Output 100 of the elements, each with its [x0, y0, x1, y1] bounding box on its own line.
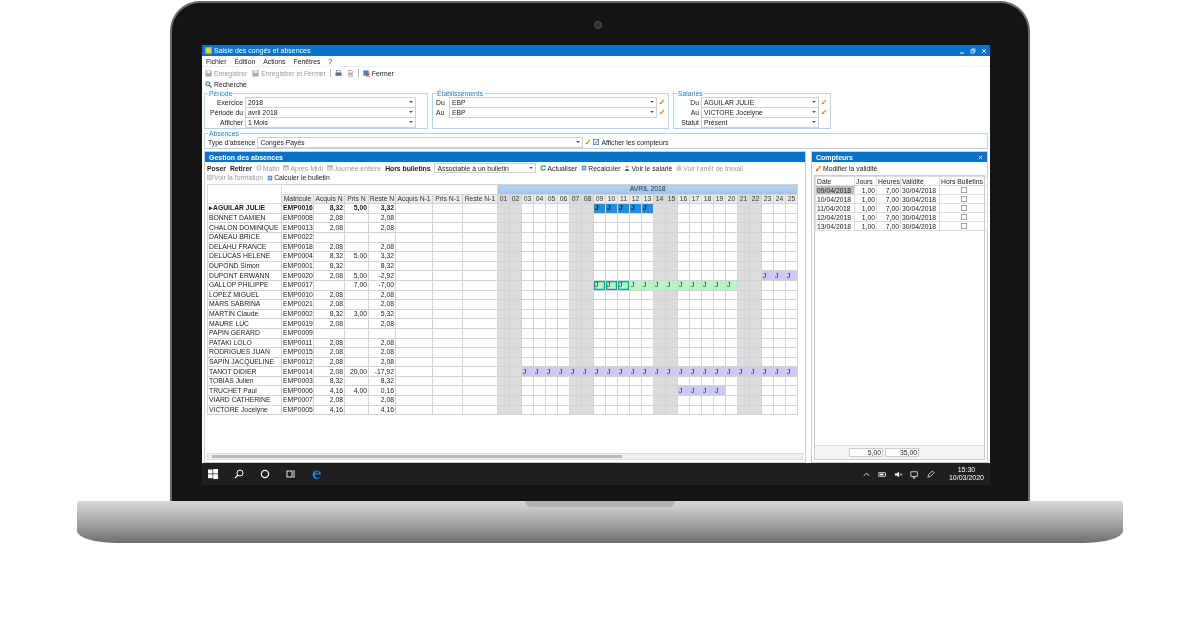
day-cell[interactable]	[773, 385, 786, 396]
network-icon[interactable]	[909, 469, 919, 479]
day-cell[interactable]	[521, 270, 534, 281]
day-off-cell[interactable]	[497, 280, 510, 291]
day-cell[interactable]	[713, 270, 726, 281]
day-off-cell[interactable]	[569, 232, 582, 243]
day-off-cell[interactable]	[665, 270, 678, 281]
day-off-cell[interactable]	[665, 357, 678, 367]
day-off-cell[interactable]	[749, 299, 762, 310]
checkbox-icon[interactable]	[960, 195, 967, 202]
day-off-cell[interactable]	[665, 338, 678, 348]
day-off-cell[interactable]	[653, 338, 666, 348]
day-off-cell[interactable]	[509, 270, 522, 281]
day-off-cell[interactable]	[581, 251, 594, 262]
day-off-cell[interactable]	[749, 222, 762, 233]
day-off-cell[interactable]	[737, 309, 750, 319]
day-cell[interactable]	[641, 270, 654, 281]
close-icon[interactable]	[978, 154, 983, 160]
day-off-cell[interactable]	[497, 405, 510, 415]
day-off-cell[interactable]	[509, 309, 522, 319]
day-off-cell[interactable]	[653, 385, 666, 396]
day-off-cell[interactable]	[509, 203, 522, 214]
day-off-cell[interactable]	[665, 213, 678, 223]
day-off-cell[interactable]	[569, 213, 582, 223]
day-off-cell[interactable]	[653, 376, 666, 386]
day-off-cell[interactable]	[737, 347, 750, 358]
day-off-cell[interactable]	[509, 328, 522, 338]
day-off-cell[interactable]	[653, 357, 666, 367]
day-off-cell[interactable]	[497, 309, 510, 319]
day-off-cell[interactable]	[581, 328, 594, 338]
day-off-cell[interactable]	[665, 290, 678, 300]
day-off-cell[interactable]	[509, 347, 522, 358]
day-off-cell[interactable]	[509, 405, 522, 415]
day-off-cell[interactable]	[653, 309, 666, 319]
day-cell[interactable]	[773, 280, 786, 291]
day-off-cell[interactable]	[569, 395, 582, 406]
day-cell[interactable]	[785, 280, 798, 291]
day-off-cell[interactable]	[653, 270, 666, 281]
day-off-cell[interactable]	[581, 405, 594, 415]
battery-icon[interactable]	[877, 469, 887, 479]
day-off-cell[interactable]	[665, 395, 678, 406]
day-off-cell[interactable]	[569, 280, 582, 291]
day-cell[interactable]	[557, 385, 570, 396]
day-off-cell[interactable]	[581, 385, 594, 396]
day-off-cell[interactable]	[737, 290, 750, 300]
day-off-cell[interactable]	[497, 347, 510, 358]
day-off-cell[interactable]	[569, 385, 582, 396]
day-off-cell[interactable]	[737, 299, 750, 310]
day-off-cell[interactable]	[497, 299, 510, 310]
day-off-cell[interactable]	[509, 338, 522, 348]
day-cell[interactable]	[545, 203, 558, 214]
day-off-cell[interactable]	[737, 203, 750, 214]
toolbar-button[interactable]	[333, 68, 343, 78]
day-cell[interactable]	[761, 385, 774, 396]
day-off-cell[interactable]	[581, 261, 594, 271]
day-off-cell[interactable]	[569, 347, 582, 358]
day-off-cell[interactable]	[581, 213, 594, 223]
day-off-cell[interactable]	[653, 261, 666, 271]
day-cell[interactable]	[545, 270, 558, 281]
day-off-cell[interactable]	[569, 357, 582, 367]
day-off-cell[interactable]	[497, 261, 510, 271]
day-off-cell[interactable]	[749, 270, 762, 281]
day-off-cell[interactable]	[509, 395, 522, 406]
day-off-cell[interactable]	[665, 347, 678, 358]
day-off-cell[interactable]	[509, 213, 522, 223]
day-off-cell[interactable]	[497, 270, 510, 281]
day-off-cell[interactable]	[665, 261, 678, 271]
day-off-cell[interactable]	[737, 242, 750, 252]
day-off-cell[interactable]	[497, 222, 510, 233]
day-off-cell[interactable]	[737, 328, 750, 338]
day-off-cell[interactable]	[581, 318, 594, 329]
checkbox-icon[interactable]	[960, 213, 967, 220]
pencil-icon[interactable]	[659, 99, 665, 105]
day-off-cell[interactable]	[665, 299, 678, 310]
checkbox-icon[interactable]	[960, 204, 967, 211]
day-cell[interactable]	[557, 280, 570, 291]
day-off-cell[interactable]	[581, 338, 594, 348]
day-cell[interactable]	[689, 270, 702, 281]
day-off-cell[interactable]	[581, 395, 594, 406]
day-cell[interactable]	[701, 203, 714, 214]
day-off-cell[interactable]	[737, 232, 750, 243]
day-off-cell[interactable]	[497, 366, 510, 377]
day-off-cell[interactable]	[665, 385, 678, 396]
day-off-cell[interactable]	[653, 213, 666, 223]
day-off-cell[interactable]	[581, 357, 594, 367]
day-cell[interactable]	[557, 270, 570, 281]
day-off-cell[interactable]	[581, 203, 594, 214]
day-cell[interactable]	[725, 270, 738, 281]
day-off-cell[interactable]	[737, 395, 750, 406]
day-cell[interactable]	[533, 280, 546, 291]
day-off-cell[interactable]	[497, 318, 510, 329]
restore-icon[interactable]	[970, 47, 976, 54]
day-off-cell[interactable]	[569, 299, 582, 310]
day-off-cell[interactable]	[749, 280, 762, 291]
day-off-cell[interactable]	[569, 222, 582, 233]
day-cell[interactable]	[641, 385, 654, 396]
day-cell[interactable]	[521, 203, 534, 214]
day-off-cell[interactable]	[665, 251, 678, 262]
day-off-cell[interactable]	[737, 318, 750, 329]
day-off-cell[interactable]	[749, 347, 762, 358]
